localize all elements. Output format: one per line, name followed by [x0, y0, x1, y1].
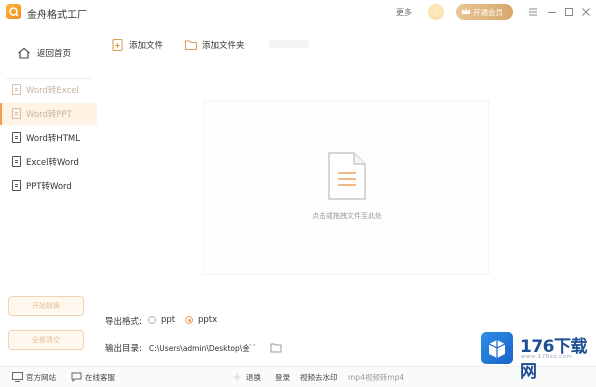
format-pptx-radio[interactable]: [185, 316, 193, 324]
open-folder-icon[interactable]: [270, 342, 282, 353]
title-bar: 金舟格式工厂 更多 开通会员: [0, 0, 596, 26]
export-format-label: 导出格式:: [105, 317, 142, 327]
status-item-mp4: mp4视频转mp4: [348, 373, 405, 382]
back-home-button[interactable]: 返回首页: [13, 44, 87, 62]
clear-all-button[interactable]: 全部清空: [8, 330, 84, 350]
sidebar: 返回首页 Word转Excel Word转PPT Word转HTML Excel…: [0, 26, 97, 366]
output-dir-label: 输出目录:: [105, 344, 142, 354]
document-icon: [12, 156, 21, 167]
toolbar-placeholder: [269, 40, 309, 48]
format-ppt-radio[interactable]: [148, 316, 156, 324]
drop-hint-text: 点击或拖拽文件至此处: [312, 212, 382, 220]
output-dir-path[interactable]: C:\Users\admin\Desktop\金: [149, 343, 250, 354]
sidebar-item-label: Word转PPT: [26, 110, 72, 120]
app-window: 金舟格式工厂 更多 开通会员 返回首页 Word转Excel Word转PPT …: [0, 0, 596, 387]
vip-button[interactable]: 开通会员: [456, 4, 513, 20]
sidebar-item-label: Word转Excel: [26, 86, 79, 96]
minimize-icon[interactable]: [545, 5, 559, 19]
crown-icon: [462, 8, 470, 14]
status-bar: 官方网站 在线客服 退换 登录 视频去水印 mp4视频转mp4: [0, 366, 596, 387]
start-convert-button[interactable]: 开始转换: [8, 296, 84, 316]
document-icon: [12, 132, 21, 143]
add-folder-label: 添加文件夹: [202, 41, 245, 51]
sparkle-icon: [232, 372, 242, 382]
watermark-logo-icon: [481, 332, 513, 364]
sidebar-item-word-to-excel[interactable]: Word转Excel: [0, 79, 97, 101]
user-avatar[interactable]: [428, 4, 444, 20]
back-home-label: 返回首页: [37, 49, 72, 59]
sidebar-item-label: Excel转Word: [26, 158, 79, 168]
website-label: 官方网站: [26, 373, 56, 382]
sidebar-item-label: PPT转Word: [26, 182, 72, 192]
chat-icon: [71, 372, 82, 382]
maximize-icon[interactable]: [562, 5, 576, 19]
main-area: 点击或拖拽文件至此处: [97, 64, 596, 304]
close-icon[interactable]: [579, 5, 593, 19]
sidebar-item-word-to-html[interactable]: Word转HTML: [0, 127, 97, 149]
menu-icon[interactable]: [526, 5, 540, 19]
home-icon: [18, 47, 30, 59]
document-icon: [12, 84, 21, 95]
status-item-label: 退换: [246, 373, 261, 382]
more-link[interactable]: 更多: [396, 7, 412, 18]
sidebar-item-ppt-to-word[interactable]: PPT转Word: [0, 175, 97, 197]
sidebar-item-excel-to-word[interactable]: Excel转Word: [0, 151, 97, 173]
document-icon: [12, 180, 21, 191]
vip-label: 开通会员: [473, 8, 503, 17]
document-icon: [328, 152, 366, 200]
toolbar: 添加文件 添加文件夹: [97, 26, 596, 64]
support-label: 在线客服: [85, 373, 115, 382]
status-item-watermark[interactable]: 视频去水印: [300, 372, 338, 383]
sidebar-item-word-to-ppt[interactable]: Word转PPT: [0, 103, 97, 125]
format-ppt-label[interactable]: ppt: [161, 315, 175, 325]
document-icon: [12, 108, 21, 119]
add-file-label: 添加文件: [129, 41, 164, 51]
site-watermark: 176下载网 www.176xz.com: [479, 330, 593, 382]
browse-dots-button[interactable]: ···: [245, 341, 257, 351]
monitor-icon: [12, 372, 23, 382]
add-file-icon: [112, 38, 123, 52]
format-pptx-label[interactable]: pptx: [198, 315, 217, 325]
watermark-site: www.176xz.com: [521, 354, 573, 360]
status-item-login[interactable]: 登录: [275, 372, 290, 383]
app-logo-icon: [6, 4, 21, 19]
file-drop-zone[interactable]: 点击或拖拽文件至此处: [203, 100, 489, 275]
sidebar-item-label: Word转HTML: [26, 134, 81, 144]
app-title: 金舟格式工厂: [27, 10, 87, 21]
folder-icon: [184, 40, 198, 51]
